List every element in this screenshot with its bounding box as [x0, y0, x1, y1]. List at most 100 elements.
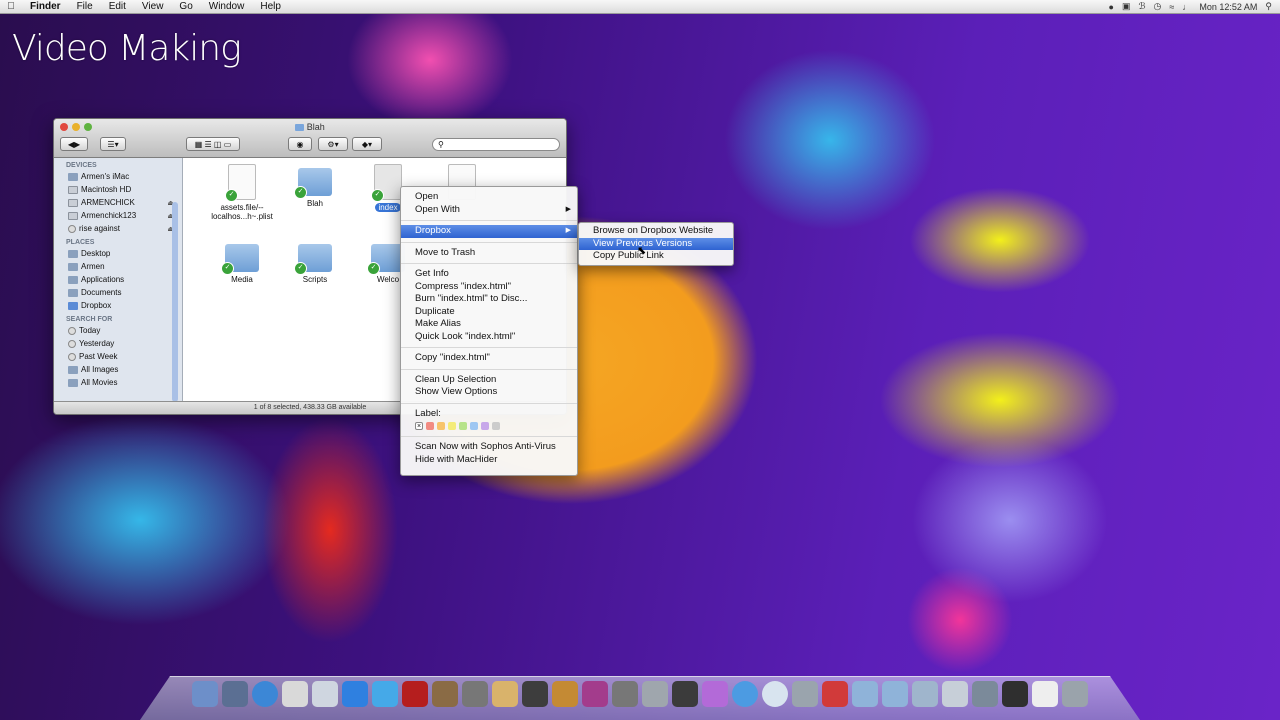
time-machine-icon[interactable]: ◷ — [1154, 1, 1162, 12]
sidebar-item-rise-against[interactable]: rise against ⏏ — [54, 222, 182, 235]
bluetooth-icon[interactable]: ℬ — [1138, 1, 1145, 12]
menu-view[interactable]: View — [134, 1, 172, 12]
action-list-button[interactable]: ☰▾ — [100, 137, 126, 151]
back-forward-button[interactable]: ◀▶ — [60, 137, 88, 151]
images-icon — [68, 365, 78, 374]
dock-app-icon[interactable] — [912, 681, 938, 707]
sidebar-item-documents[interactable]: Documents — [54, 286, 182, 299]
apple-menu-icon[interactable]:  — [0, 1, 22, 12]
sidebar-item-imac[interactable]: Armen's iMac — [54, 170, 182, 183]
sidebar-item-all-movies[interactable]: All Movies — [54, 376, 182, 389]
dock-app-icon[interactable] — [852, 681, 878, 707]
sidebar-item-applications[interactable]: Applications — [54, 273, 182, 286]
menu-item-open[interactable]: Open — [401, 191, 577, 204]
dock-app-icon[interactable] — [552, 681, 578, 707]
sidebar-item-past-week[interactable]: Past Week — [54, 350, 182, 363]
submenu-item-browse-website[interactable]: Browse on Dropbox Website — [579, 225, 733, 238]
volume-icon[interactable]: ♩ — [1182, 2, 1191, 12]
sidebar-item-armen[interactable]: Armen — [54, 260, 182, 273]
sidebar-item-today[interactable]: Today — [54, 324, 182, 337]
dock-app-icon[interactable] — [312, 681, 338, 707]
menu-item-duplicate[interactable]: Duplicate — [401, 306, 577, 319]
dock-app-icon[interactable] — [222, 681, 248, 707]
label-yellow-swatch[interactable] — [448, 422, 456, 430]
folder-item[interactable]: ✓ Scripts — [276, 240, 354, 284]
submenu-item-copy-public-link[interactable]: Copy Public Link — [579, 250, 733, 263]
label-none-swatch[interactable]: × — [415, 422, 423, 430]
clock[interactable]: Mon 12:52 AM — [1199, 2, 1257, 12]
menu-item-move-to-trash[interactable]: Move to Trash — [401, 247, 577, 260]
wifi-icon[interactable]: ≈ — [1169, 2, 1174, 12]
dock-app-icon[interactable] — [822, 681, 848, 707]
search-input[interactable]: ⚲ — [432, 138, 560, 151]
label-blue-swatch[interactable] — [470, 422, 478, 430]
menu-item-hide-machider[interactable]: Hide with MacHider — [401, 454, 577, 467]
dock-app-icon[interactable] — [1062, 681, 1088, 707]
menu-item-open-with[interactable]: Open With ▶ — [401, 204, 577, 217]
menu-item-scan-sophos[interactable]: Scan Now with Sophos Anti-Virus — [401, 441, 577, 454]
menu-help[interactable]: Help — [252, 1, 289, 12]
folder-item[interactable]: ✓ Media — [203, 240, 281, 284]
menu-item-quick-look[interactable]: Quick Look "index.html" — [401, 331, 577, 344]
dock-app-icon[interactable] — [942, 681, 968, 707]
sidebar-item-dropbox[interactable]: Dropbox — [54, 299, 182, 312]
dock-app-icon[interactable] — [882, 681, 908, 707]
view-mode-buttons[interactable]: ▦ ☰ ◫ ▭ — [186, 137, 240, 151]
dock-app-icon[interactable] — [192, 681, 218, 707]
menu-extra-icon[interactable]: ▣ — [1122, 1, 1131, 12]
dock-app-icon[interactable] — [342, 681, 368, 707]
dock-app-icon[interactable] — [1032, 681, 1058, 707]
dock-app-icon[interactable] — [372, 681, 398, 707]
sidebar-item-macintosh-hd[interactable]: Macintosh HD — [54, 183, 182, 196]
spotlight-icon[interactable]: ⚲ — [1265, 1, 1272, 12]
folder-item[interactable]: ✓ Blah — [276, 164, 354, 208]
dock-app-icon[interactable] — [282, 681, 308, 707]
label-purple-swatch[interactable] — [481, 422, 489, 430]
menu-go[interactable]: Go — [171, 1, 200, 12]
menu-item-clean-up[interactable]: Clean Up Selection — [401, 374, 577, 387]
dock-app-icon[interactable] — [612, 681, 638, 707]
label-green-swatch[interactable] — [459, 422, 467, 430]
dropbox-status-icon[interactable]: ● — [1109, 2, 1114, 12]
menu-item-burn[interactable]: Burn "index.html" to Disc... — [401, 293, 577, 306]
menu-item-show-view-options[interactable]: Show View Options — [401, 386, 577, 399]
menu-item-compress[interactable]: Compress "index.html" — [401, 281, 577, 294]
menu-item-dropbox[interactable]: Dropbox ▶ — [401, 225, 577, 238]
dock-app-icon[interactable] — [522, 681, 548, 707]
sidebar-item-armenchick123[interactable]: Armenchick123 ⏏ — [54, 209, 182, 222]
dock-app-icon[interactable] — [672, 681, 698, 707]
dock-app-icon[interactable] — [972, 681, 998, 707]
menu-item-make-alias[interactable]: Make Alias — [401, 318, 577, 331]
dock-app-icon[interactable] — [432, 681, 458, 707]
dock-app-icon[interactable] — [462, 681, 488, 707]
sidebar-item-desktop[interactable]: Desktop — [54, 247, 182, 260]
dock-app-icon[interactable] — [642, 681, 668, 707]
action-gear-button[interactable]: ⚙▾ — [318, 137, 348, 151]
dock-app-icon[interactable] — [732, 681, 758, 707]
label-orange-swatch[interactable] — [437, 422, 445, 430]
submenu-item-view-previous-versions[interactable]: View Previous Versions — [579, 237, 733, 250]
sidebar-scrollbar[interactable] — [172, 202, 178, 402]
menu-item-copy[interactable]: Copy "index.html" — [401, 352, 577, 365]
dock-app-icon[interactable] — [762, 681, 788, 707]
dock-app-icon[interactable] — [582, 681, 608, 707]
dock-app-icon[interactable] — [492, 681, 518, 707]
menu-app-name[interactable]: Finder — [22, 1, 69, 12]
dock-app-icon[interactable] — [792, 681, 818, 707]
dropbox-toolbar-button[interactable]: ◆▾ — [352, 137, 382, 151]
sidebar-item-yesterday[interactable]: Yesterday — [54, 337, 182, 350]
dock-app-icon[interactable] — [252, 681, 278, 707]
sidebar-item-all-images[interactable]: All Images — [54, 363, 182, 376]
menu-edit[interactable]: Edit — [101, 1, 134, 12]
file-item[interactable]: ✓ assets.file/-- localhos...h~.plist — [203, 164, 281, 221]
dock-app-icon[interactable] — [1002, 681, 1028, 707]
menu-item-get-info[interactable]: Get Info — [401, 268, 577, 281]
dock-app-icon[interactable] — [702, 681, 728, 707]
quick-look-button[interactable]: ◉ — [288, 137, 312, 151]
label-gray-swatch[interactable] — [492, 422, 500, 430]
dock-app-icon[interactable] — [402, 681, 428, 707]
sidebar-item-armenchick[interactable]: ARMENCHICK ⏏ — [54, 196, 182, 209]
menu-window[interactable]: Window — [201, 1, 253, 12]
label-red-swatch[interactable] — [426, 422, 434, 430]
menu-file[interactable]: File — [69, 1, 101, 12]
